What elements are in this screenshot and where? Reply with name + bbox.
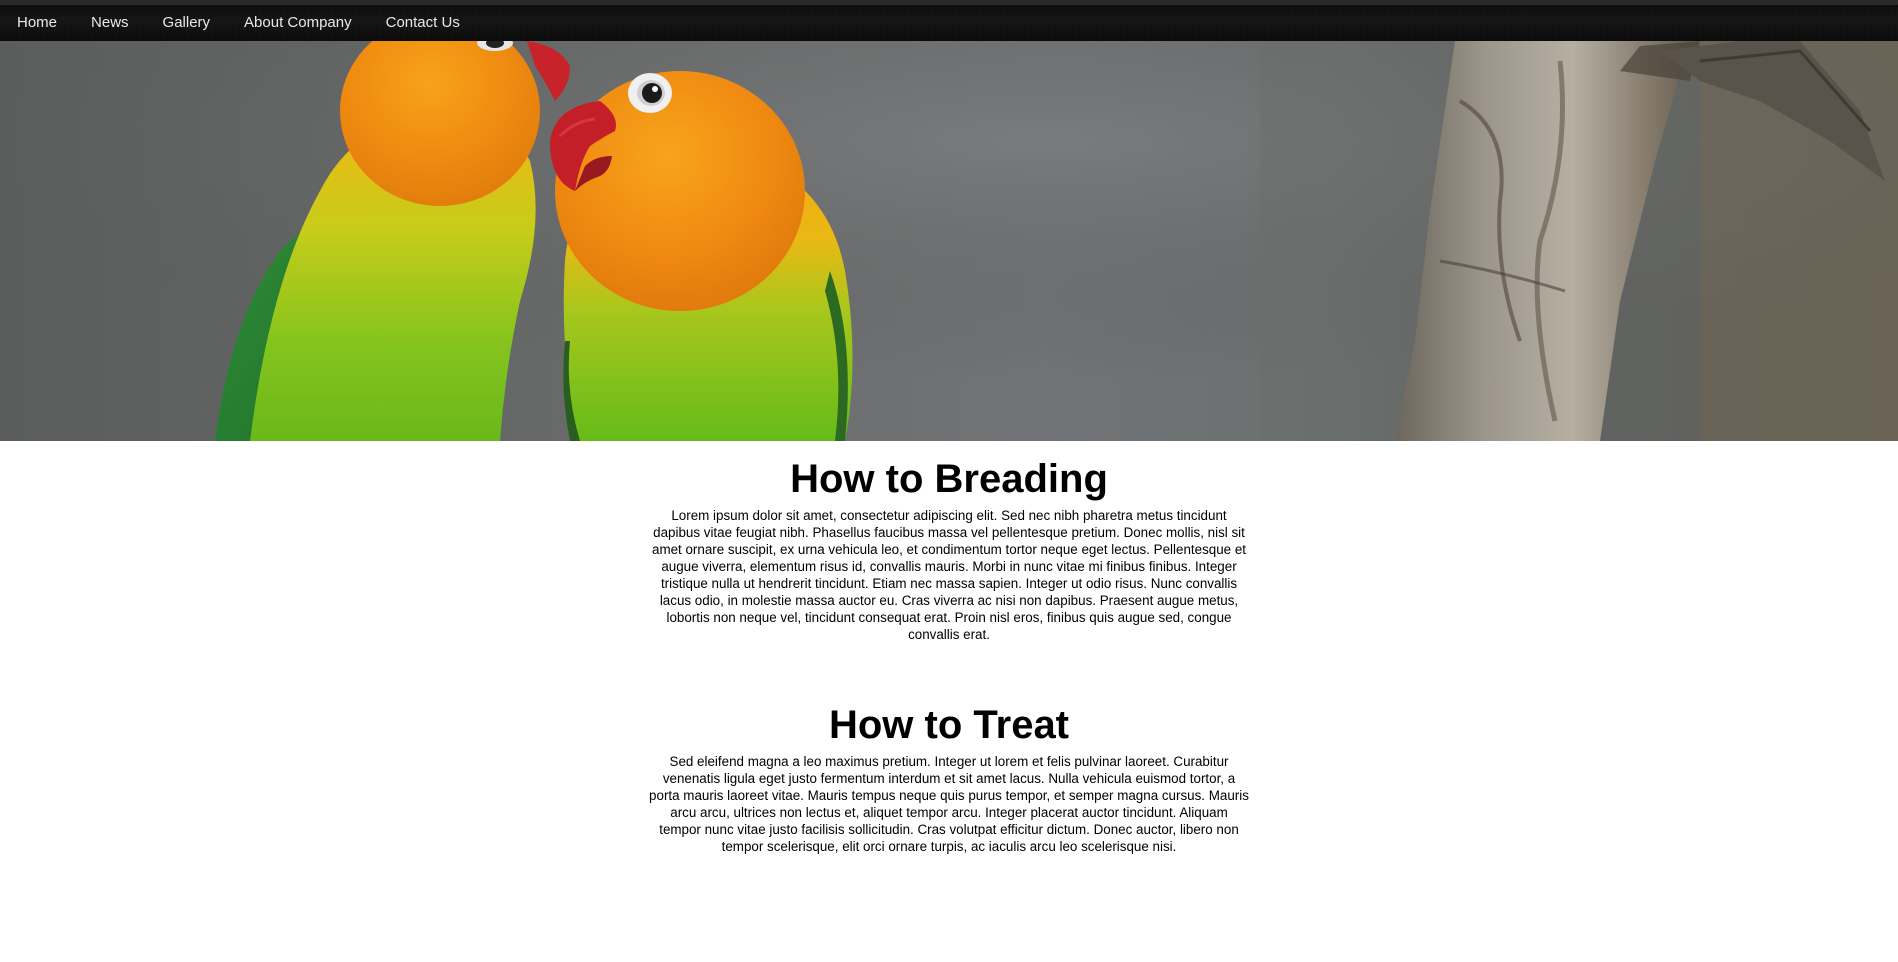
- section-title: How to Breading: [790, 457, 1108, 501]
- nav-item-home[interactable]: Home: [0, 5, 74, 41]
- nav-item-about-company[interactable]: About Company: [227, 5, 369, 41]
- section-treatment: How to Treat Sed eleifend magna a leo ma…: [649, 643, 1249, 855]
- page: Home News Gallery About Company Contact …: [0, 0, 1898, 962]
- nav-item-contact-us[interactable]: Contact Us: [369, 5, 477, 41]
- section-title: How to Treat: [828, 703, 1070, 747]
- main-content: How to Breading Lorem ipsum dolor sit am…: [0, 441, 1898, 855]
- parrots-photo: [0, 41, 1898, 441]
- nav-item-gallery[interactable]: Gallery: [146, 5, 228, 41]
- nav-item-news[interactable]: News: [74, 5, 146, 41]
- section-body: Lorem ipsum dolor sit amet, consectetur …: [652, 508, 1246, 642]
- hero-banner-image: [0, 41, 1898, 441]
- nav-menu: Home News Gallery About Company Contact …: [0, 5, 477, 41]
- top-navigation-bar: Home News Gallery About Company Contact …: [0, 0, 1898, 42]
- section-breeding: How to Breading Lorem ipsum dolor sit am…: [649, 441, 1249, 643]
- section-body: Sed eleifend magna a leo maximus pretium…: [649, 754, 1249, 854]
